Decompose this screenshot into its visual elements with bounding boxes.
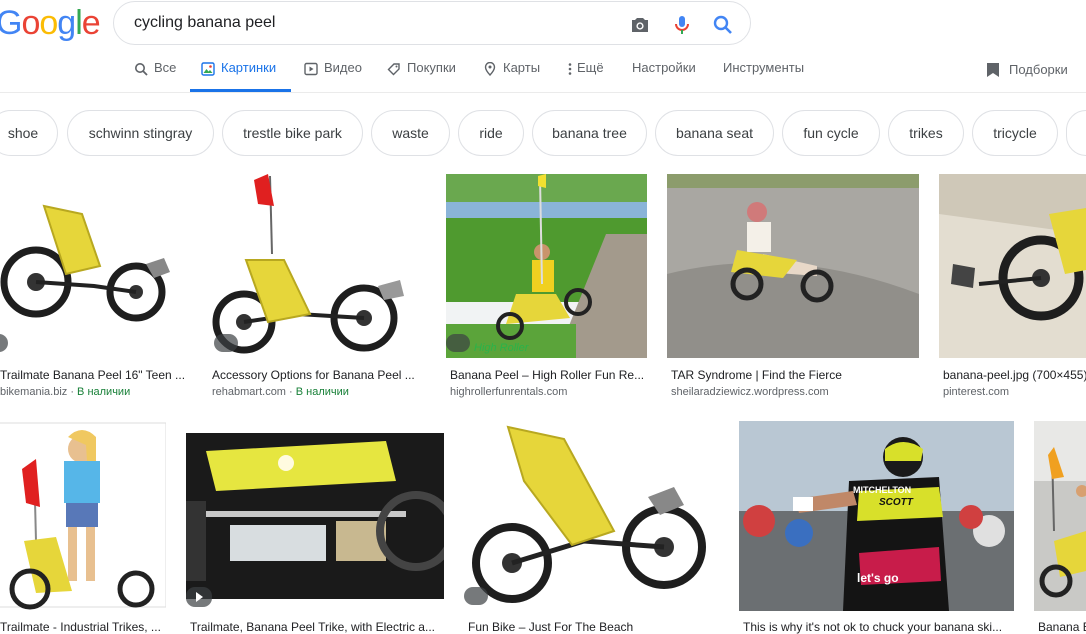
stock-status: В наличии bbox=[295, 386, 349, 398]
chip-label: trestle bike park bbox=[243, 125, 342, 141]
tab-label: Картинки bbox=[221, 60, 277, 75]
logo-letter: G bbox=[0, 4, 22, 42]
related-chip[interactable] bbox=[1066, 110, 1086, 156]
related-chip[interactable]: waste bbox=[371, 110, 450, 156]
tag-icon bbox=[387, 63, 400, 76]
tab-shopping[interactable]: Покупки bbox=[387, 60, 456, 90]
watermark-text: High Roller bbox=[474, 342, 529, 354]
result-source: bikemania.biz · В наличии bbox=[0, 386, 131, 398]
related-chip[interactable]: ride bbox=[458, 110, 524, 156]
related-chip[interactable]: trikes bbox=[888, 110, 964, 156]
collections-button[interactable]: Подборки bbox=[986, 62, 1068, 92]
result-image[interactable] bbox=[1034, 421, 1086, 611]
play-video-icon bbox=[186, 587, 212, 607]
google-logo[interactable]: Google bbox=[0, 4, 101, 43]
chip-label: ride bbox=[479, 125, 503, 141]
tab-label: Инструменты bbox=[723, 60, 805, 75]
more-vert-icon bbox=[568, 63, 572, 75]
result-image[interactable] bbox=[0, 421, 166, 611]
chip-label: tricycle bbox=[993, 125, 1037, 141]
result-image[interactable] bbox=[939, 174, 1086, 358]
search-icon bbox=[135, 63, 148, 76]
related-chip[interactable]: banana seat bbox=[655, 110, 774, 156]
related-chip[interactable]: tricycle bbox=[972, 110, 1058, 156]
bookmark-icon bbox=[987, 63, 999, 77]
tab-label: Видео bbox=[324, 60, 362, 75]
logo-letter: e bbox=[81, 4, 101, 42]
tab-label: Карты bbox=[503, 60, 541, 75]
video-icon bbox=[304, 62, 318, 76]
chip-label: banana tree bbox=[552, 125, 627, 141]
result-image[interactable] bbox=[186, 421, 444, 611]
map-pin-icon bbox=[484, 62, 496, 76]
result-title[interactable]: TAR Syndrome | Find the Fierce bbox=[671, 368, 919, 382]
result-title[interactable]: Trailmate Banana Peel 16" Teen ... bbox=[0, 368, 186, 382]
result-title[interactable]: Accessory Options for Banana Peel ... bbox=[212, 368, 425, 382]
result-domain: rehabmart.com bbox=[212, 386, 286, 398]
search-box bbox=[113, 1, 751, 45]
chip-label: banana seat bbox=[675, 125, 754, 141]
result-image[interactable] bbox=[667, 174, 919, 358]
product-badge-icon bbox=[214, 334, 238, 352]
related-chip[interactable]: schwinn stingray bbox=[67, 110, 214, 156]
result-title[interactable]: banana-peel.jpg (700×455) bbox=[943, 368, 1086, 382]
result-image[interactable] bbox=[464, 421, 719, 611]
microphone-icon[interactable] bbox=[670, 13, 694, 37]
search-input[interactable] bbox=[134, 12, 614, 34]
chip-label: shoe bbox=[7, 125, 39, 141]
result-image[interactable]: MITCHELTON SCOTT let's go bbox=[739, 421, 1014, 611]
jersey-text: let's go bbox=[857, 571, 899, 585]
related-chip[interactable]: shoe bbox=[0, 110, 58, 156]
chip-label: waste bbox=[392, 125, 429, 141]
result-image[interactable] bbox=[208, 174, 425, 358]
logo-letter: g bbox=[57, 4, 76, 42]
tab-tools[interactable]: Инструменты bbox=[723, 60, 804, 90]
result-title[interactable]: Banana Peel – High Roller Fun Re... bbox=[450, 368, 647, 382]
tab-label: Настройки bbox=[632, 60, 696, 75]
logo-letter: o bbox=[21, 4, 40, 42]
related-chip[interactable]: banana tree bbox=[532, 110, 647, 156]
result-source: rehabmart.com · В наличии bbox=[212, 386, 349, 398]
result-image[interactable] bbox=[0, 174, 188, 358]
result-source: highrollerfunrentals.com bbox=[450, 386, 568, 398]
tab-maps[interactable]: Карты bbox=[483, 60, 540, 90]
tab-label: Покупки bbox=[407, 60, 456, 75]
result-image[interactable]: High Roller bbox=[446, 174, 647, 358]
tab-settings[interactable]: Настройки bbox=[632, 60, 696, 90]
stock-status: В наличии bbox=[77, 386, 131, 398]
chip-label: trikes bbox=[909, 125, 943, 141]
tab-label: Все bbox=[154, 60, 177, 75]
collections-label: Подборки bbox=[1009, 62, 1068, 77]
tab-more[interactable]: Ещё bbox=[567, 60, 604, 90]
result-source: sheilaradziewicz.wordpress.com bbox=[671, 386, 829, 398]
chip-label: schwinn stingray bbox=[88, 125, 193, 141]
tab-all[interactable]: Все bbox=[134, 60, 176, 90]
related-chip[interactable]: trestle bike park bbox=[222, 110, 363, 156]
product-badge-icon bbox=[446, 334, 470, 352]
result-domain: bikemania.biz bbox=[0, 386, 68, 398]
jersey-text: MITCHELTON bbox=[853, 485, 912, 495]
related-chip[interactable]: fun cycle bbox=[782, 110, 880, 156]
chip-label: fun cycle bbox=[803, 125, 859, 141]
product-badge-icon bbox=[464, 587, 488, 605]
result-source: pinterest.com bbox=[943, 386, 1010, 398]
jersey-text: SCOTT bbox=[879, 497, 913, 508]
logo-letter: o bbox=[39, 4, 58, 42]
tab-video[interactable]: Видео bbox=[304, 60, 362, 90]
search-icon[interactable] bbox=[711, 13, 735, 37]
tab-label: Ещё bbox=[577, 60, 604, 75]
image-icon bbox=[201, 62, 215, 76]
tab-images[interactable]: Картинки bbox=[201, 60, 276, 90]
camera-icon[interactable] bbox=[628, 13, 652, 37]
header-divider bbox=[0, 92, 1086, 93]
